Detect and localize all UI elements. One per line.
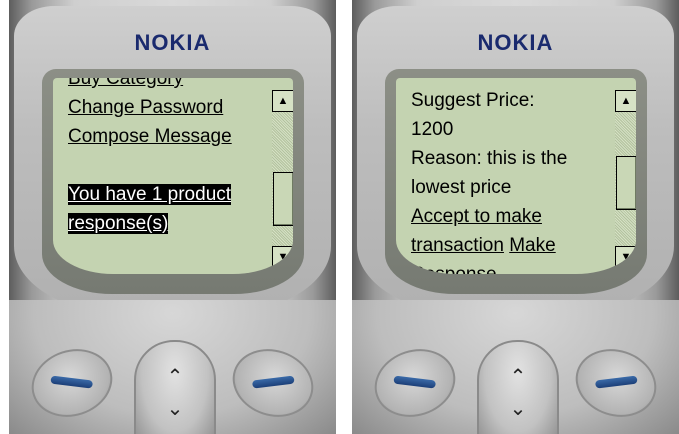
- left-soft-key[interactable]: [22, 338, 122, 428]
- left-phone: NOKIA Buy Category Change Password Compo…: [9, 0, 336, 434]
- suggest-price-label: Suggest Price:: [411, 90, 535, 111]
- nav-key[interactable]: ⌃ ⌄: [477, 340, 559, 434]
- scroll-down-icon[interactable]: ▼: [615, 246, 636, 268]
- chevron-up-icon[interactable]: ⌃: [479, 364, 557, 388]
- reason-text-cont: lowest price: [411, 177, 512, 198]
- scrollbar-thumb[interactable]: [616, 156, 636, 210]
- chevron-down-icon[interactable]: ⌄: [136, 396, 214, 420]
- phone-screen: Buy Category Change Password Compose Mes…: [53, 78, 293, 274]
- screen-content: Suggest Price: 1200 Reason: this is the …: [411, 86, 611, 274]
- right-phone: NOKIA Suggest Price: 1200 Reason: this i…: [352, 0, 679, 434]
- product-response-link-cont[interactable]: response(s): [68, 209, 268, 238]
- chevron-up-icon[interactable]: ⌃: [136, 364, 214, 388]
- keypad: ⌃ ⌄: [352, 300, 679, 434]
- chevron-down-icon[interactable]: ⌄: [479, 396, 557, 420]
- scroll-up-icon[interactable]: ▲: [615, 90, 636, 112]
- screen-frame: Suggest Price: 1200 Reason: this is the …: [385, 69, 647, 294]
- soft-key-icon: [594, 375, 638, 389]
- scroll-down-icon[interactable]: ▼: [272, 246, 293, 268]
- screen-frame: Buy Category Change Password Compose Mes…: [42, 69, 304, 294]
- accept-transaction-link[interactable]: Accept to make: [411, 202, 611, 231]
- right-soft-key[interactable]: [223, 338, 323, 428]
- phone-screen: Suggest Price: 1200 Reason: this is the …: [396, 78, 636, 274]
- suggest-price-value: 1200: [411, 119, 454, 140]
- reason-text: Reason: this is the: [411, 148, 568, 169]
- product-response-link[interactable]: You have 1 product: [68, 180, 268, 209]
- accept-transaction-link-cont[interactable]: transaction: [411, 235, 504, 256]
- left-soft-key[interactable]: [365, 338, 465, 428]
- scrollbar[interactable]: ▲ ▼: [615, 90, 636, 268]
- make-response-link[interactable]: Make: [509, 235, 555, 256]
- soft-key-icon: [251, 375, 295, 389]
- make-response-link-cont[interactable]: Response: [411, 260, 611, 274]
- menu-item-compose-message[interactable]: Compose Message: [68, 122, 268, 151]
- soft-key-icon: [50, 375, 94, 389]
- keypad: ⌃ ⌄: [9, 300, 336, 434]
- menu-item-buy-category[interactable]: Buy Category: [68, 78, 268, 93]
- scroll-up-icon[interactable]: ▲: [272, 90, 293, 112]
- brand-logo: NOKIA: [134, 30, 211, 55]
- scrollbar[interactable]: ▲ ▼: [272, 90, 293, 268]
- soft-key-icon: [393, 375, 437, 389]
- right-soft-key[interactable]: [566, 338, 666, 428]
- nav-key[interactable]: ⌃ ⌄: [134, 340, 216, 434]
- screen-content: Buy Category Change Password Compose Mes…: [68, 78, 268, 238]
- scrollbar-thumb[interactable]: [273, 172, 293, 226]
- brand-logo: NOKIA: [477, 30, 554, 55]
- link-row: transaction Make: [411, 231, 611, 260]
- menu-item-change-password[interactable]: Change Password: [68, 93, 268, 122]
